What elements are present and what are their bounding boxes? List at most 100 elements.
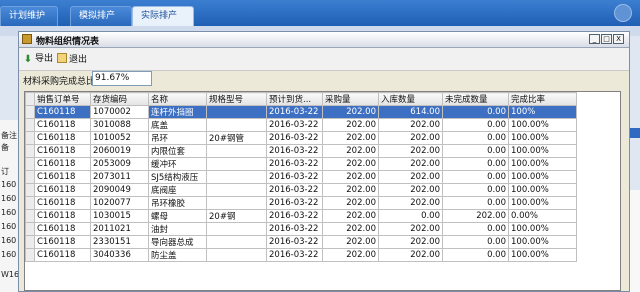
table-cell[interactable]: C160118 [34, 131, 91, 145]
table-cell[interactable] [206, 144, 267, 158]
table-cell[interactable]: 底盖 [148, 118, 207, 132]
table-cell[interactable]: C160118 [34, 105, 91, 119]
table-row[interactable]: C160118 3010088 底盖 2016-03-22 202.00 202.00 0.… [25, 118, 577, 132]
table-cell[interactable]: 2016-03-22 [266, 131, 323, 145]
table-row[interactable]: C160118 2073011 SJ5结构液压 2016-03-22 202.00 202… [25, 170, 577, 184]
table-cell[interactable]: 0.00 [442, 222, 509, 236]
table-cell[interactable]: 0.00 [442, 144, 509, 158]
table-cell[interactable]: 100.00% [508, 118, 577, 132]
table-cell[interactable]: C160118 [34, 209, 91, 223]
column-header[interactable]: 规格型号 [206, 92, 267, 106]
table-cell[interactable]: 202.00 [442, 209, 509, 223]
row-header[interactable] [25, 235, 35, 249]
table-cell[interactable]: 202.00 [322, 183, 379, 197]
row-header[interactable] [25, 222, 35, 236]
table-cell[interactable]: 2016-03-22 [266, 183, 323, 197]
table-cell[interactable]: 0.00 [378, 209, 443, 223]
table-row[interactable]: C160118 2053009 缓冲环 2016-03-22 202.00 202.00 0… [25, 157, 577, 171]
table-cell[interactable]: SJ5结构液压 [148, 170, 207, 184]
table-cell[interactable]: 202.00 [378, 183, 443, 197]
table-cell[interactable]: 202.00 [322, 105, 379, 119]
table-cell[interactable]: 2090049 [90, 183, 149, 197]
table-row[interactable]: C160118 2090049 底阀座 2016-03-22 202.00 202.00 0… [25, 183, 577, 197]
table-cell[interactable]: 0.00 [442, 118, 509, 132]
table-cell[interactable]: 吊环橡胶 [148, 196, 207, 210]
table-cell[interactable]: 缓冲环 [148, 157, 207, 171]
column-header[interactable]: 未完成数量 [442, 92, 509, 106]
exit-button[interactable]: 退出 [57, 53, 87, 66]
table-cell[interactable]: 0.00 [442, 235, 509, 249]
table-row[interactable]: C160118 1070002 连杆外挡圈 2016-03-22 202.00 614.0… [25, 105, 577, 119]
table-cell[interactable]: 2073011 [90, 170, 149, 184]
table-cell[interactable]: 1020077 [90, 196, 149, 210]
table-cell[interactable]: 100.00% [508, 183, 577, 197]
table-cell[interactable]: 202.00 [378, 144, 443, 158]
table-cell[interactable]: 202.00 [322, 170, 379, 184]
table-cell[interactable]: 202.00 [322, 157, 379, 171]
table-cell[interactable]: 2053009 [90, 157, 149, 171]
table-cell[interactable]: 连杆外挡圈 [148, 105, 207, 119]
row-header[interactable] [25, 248, 35, 262]
table-cell[interactable]: 0.00 [442, 105, 509, 119]
table-cell[interactable]: 2016-03-22 [266, 235, 323, 249]
table-cell[interactable]: 0.00 [442, 131, 509, 145]
table-cell[interactable] [206, 118, 267, 132]
column-header[interactable]: 存货编码 [90, 92, 149, 106]
table-cell[interactable]: 202.00 [322, 248, 379, 262]
table-cell[interactable]: 内限位套 [148, 144, 207, 158]
column-header[interactable]: 销售订单号 [34, 92, 91, 106]
table-cell[interactable]: 202.00 [322, 118, 379, 132]
table-row[interactable]: C160118 1030015 螺母 20#钢 2016-03-22 202.00 0.00… [25, 209, 577, 223]
table-row[interactable]: C160118 2060019 内限位套 2016-03-22 202.00 202.00… [25, 144, 577, 158]
table-cell[interactable] [206, 248, 267, 262]
table-cell[interactable] [206, 222, 267, 236]
table-cell[interactable]: 3010088 [90, 118, 149, 132]
row-header[interactable] [25, 131, 35, 145]
row-header[interactable] [25, 196, 35, 210]
table-cell[interactable]: 614.00 [378, 105, 443, 119]
table-cell[interactable]: 0.00% [508, 209, 577, 223]
table-cell[interactable]: C160118 [34, 183, 91, 197]
table-cell[interactable]: 202.00 [322, 235, 379, 249]
table-cell[interactable]: 202.00 [378, 170, 443, 184]
table-cell[interactable]: 202.00 [378, 222, 443, 236]
table-cell[interactable] [206, 196, 267, 210]
column-header[interactable]: 完成比率 [508, 92, 577, 106]
table-cell[interactable]: 202.00 [322, 209, 379, 223]
table-cell[interactable]: 2016-03-22 [266, 222, 323, 236]
table-cell[interactable]: 0.00 [442, 196, 509, 210]
table-cell[interactable]: 2016-03-22 [266, 209, 323, 223]
table-cell[interactable]: 202.00 [378, 196, 443, 210]
table-cell[interactable]: 20#钢管 [206, 131, 267, 145]
table-row[interactable]: C160118 1010052 吊环 20#钢管 2016-03-22 202.00 202… [25, 131, 577, 145]
table-cell[interactable]: 导向器总成 [148, 235, 207, 249]
table-cell[interactable]: 2016-03-22 [266, 157, 323, 171]
table-cell[interactable]: 202.00 [378, 235, 443, 249]
table-cell[interactable]: 2016-03-22 [266, 170, 323, 184]
tab-plan-maintenance[interactable]: 计划维护 [0, 6, 58, 26]
table-cell[interactable]: 100.00% [508, 235, 577, 249]
table-cell[interactable]: C160118 [34, 170, 91, 184]
table-cell[interactable]: 2016-03-22 [266, 248, 323, 262]
table-cell[interactable]: 100.00% [508, 196, 577, 210]
table-cell[interactable]: 202.00 [322, 222, 379, 236]
table-cell[interactable]: 1070002 [90, 105, 149, 119]
table-cell[interactable]: 202.00 [322, 196, 379, 210]
row-header[interactable] [25, 105, 35, 119]
table-cell[interactable]: 202.00 [378, 131, 443, 145]
column-header[interactable]: 入库数量 [378, 92, 443, 106]
table-cell[interactable]: 油封 [148, 222, 207, 236]
table-cell[interactable]: 202.00 [378, 248, 443, 262]
table-cell[interactable] [206, 170, 267, 184]
table-cell[interactable]: 2060019 [90, 144, 149, 158]
table-cell[interactable]: 2016-03-22 [266, 118, 323, 132]
table-cell[interactable]: 0.00 [442, 170, 509, 184]
table-cell[interactable]: 3040336 [90, 248, 149, 262]
maximize-icon[interactable]: □ [601, 34, 612, 44]
table-cell[interactable]: 底阀座 [148, 183, 207, 197]
table-cell[interactable] [206, 235, 267, 249]
table-cell[interactable]: 100% [508, 105, 577, 119]
table-row[interactable]: C160118 2011021 油封 2016-03-22 202.00 202.00 0.… [25, 222, 577, 236]
table-cell[interactable]: 100.00% [508, 248, 577, 262]
table-cell[interactable]: C160118 [34, 235, 91, 249]
